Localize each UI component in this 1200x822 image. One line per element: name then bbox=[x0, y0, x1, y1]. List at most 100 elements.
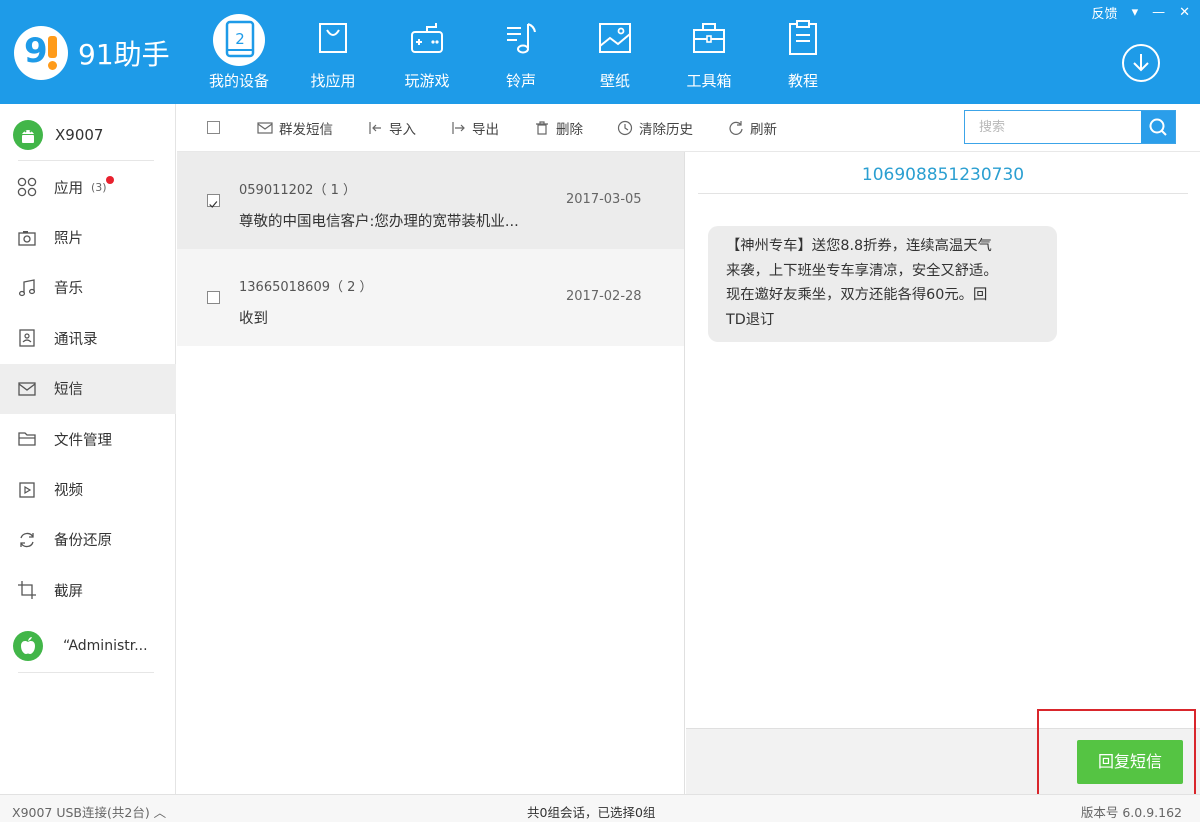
message-line: 来袭，上下班坐专车享清凉，安全又舒适。 bbox=[726, 262, 998, 279]
sidebar-menu: 应用 (3) 照片 音乐 通讯录 短信 文件管理 视频 备份还原 截屏 bbox=[0, 162, 176, 616]
refresh-label: 刷新 bbox=[750, 122, 777, 138]
row-checkbox[interactable] bbox=[207, 291, 220, 304]
logo-mark-icon: 9 bbox=[14, 26, 68, 80]
select-all-checkbox[interactable] bbox=[207, 121, 220, 134]
nav-label: 找应用 bbox=[310, 72, 356, 90]
nav-my-device[interactable]: 2 我的设备 bbox=[192, 0, 286, 104]
sidebar-item-label: 短信 bbox=[54, 382, 83, 399]
conversation-number: 059011202（ 1 ） bbox=[239, 183, 356, 198]
conversation-preview: 尊敬的中国电信客户:您办理的宽带装机业... bbox=[239, 214, 519, 230]
sidebar-divider bbox=[18, 672, 154, 673]
nav-tutorials[interactable]: 教程 bbox=[756, 0, 850, 104]
folder-icon bbox=[18, 432, 36, 446]
sidebar-item-backup[interactable]: 备份还原 bbox=[0, 515, 176, 565]
feedback-link[interactable]: 反馈 bbox=[1092, 3, 1118, 22]
import-icon bbox=[369, 122, 381, 134]
menu-button[interactable]: ▾ bbox=[1132, 5, 1139, 20]
crop-icon bbox=[18, 581, 36, 600]
sidebar-item-video[interactable]: 视频 bbox=[0, 464, 176, 514]
envelope-icon bbox=[257, 122, 273, 134]
gamepad-icon bbox=[411, 23, 443, 53]
main-nav: 2 我的设备 找应用 玩游戏 铃声 壁纸 工具箱 教程 bbox=[192, 0, 850, 104]
download-icon bbox=[1133, 54, 1149, 72]
sms-toolbar: 群发短信 导入 导出 删除 清除历史 刷新 bbox=[177, 104, 1200, 152]
sidebar-item-label: 照片 bbox=[54, 231, 83, 248]
nav-toolbox[interactable]: 工具箱 bbox=[662, 0, 756, 104]
nav-wallpaper[interactable]: 壁纸 bbox=[568, 0, 662, 104]
conversation-row[interactable]: 13665018609（ 2 ） 2017-02-28 收到 bbox=[177, 249, 684, 346]
delete-button[interactable]: 删除 bbox=[534, 118, 583, 138]
device-icon: 2 bbox=[225, 20, 255, 58]
message-bubble: 【神州专车】送您8.8折券，连续高温天气 来袭，上下班坐专车享清凉，安全又舒适。… bbox=[708, 226, 1057, 342]
sidebar: X9007 应用 (3) 照片 音乐 通讯录 短信 文件管理 视频 备份还原 截… bbox=[0, 104, 176, 794]
sidebar-item-label: 截屏 bbox=[54, 583, 83, 600]
contacts-icon bbox=[19, 329, 35, 348]
message-sender-title: 106908851230730 bbox=[698, 152, 1188, 194]
nav-label: 我的设备 bbox=[208, 72, 269, 90]
minimize-button[interactable]: — bbox=[1152, 5, 1165, 20]
device-badge-number: 2 bbox=[235, 30, 245, 48]
trash-icon bbox=[536, 121, 548, 135]
group-sms-button[interactable]: 群发短信 bbox=[257, 118, 333, 138]
device-entry[interactable]: X9007 bbox=[0, 112, 176, 158]
version-label: 版本号 6.0.9.162 bbox=[1080, 805, 1182, 820]
shopping-bag-icon bbox=[319, 23, 347, 53]
connection-status[interactable]: X9007 USB连接(共2台) ︿ bbox=[12, 802, 166, 821]
wallpaper-icon bbox=[599, 23, 631, 53]
clear-history-label: 清除历史 bbox=[639, 122, 693, 138]
conversation-date: 2017-02-28 bbox=[566, 289, 642, 304]
conversation-row[interactable]: 059011202（ 1 ） 2017-03-05 尊敬的中国电信客户:您办理的… bbox=[177, 152, 684, 249]
sidebar-item-files[interactable]: 文件管理 bbox=[0, 414, 176, 464]
selection-summary: 共0组会话，已选择0组 bbox=[527, 805, 656, 820]
download-button[interactable] bbox=[1122, 44, 1160, 82]
nav-find-apps[interactable]: 找应用 bbox=[286, 0, 380, 104]
sidebar-item-apps[interactable]: 应用 (3) bbox=[0, 162, 176, 212]
row-checkbox[interactable] bbox=[207, 194, 220, 208]
refresh-button[interactable]: 刷新 bbox=[728, 118, 777, 138]
close-button[interactable]: ✕ bbox=[1179, 5, 1190, 20]
notification-dot bbox=[105, 175, 114, 184]
conversation-list: 059011202（ 1 ） 2017-03-05 尊敬的中国电信客户:您办理的… bbox=[177, 152, 685, 794]
sidebar-item-sms[interactable]: 短信 bbox=[0, 363, 176, 414]
apps-icon bbox=[17, 177, 37, 197]
nav-label: 壁纸 bbox=[599, 72, 630, 90]
backup-icon bbox=[20, 532, 34, 548]
other-device-name: “Administr... bbox=[63, 638, 148, 654]
other-device-entry[interactable]: “Administr... bbox=[0, 626, 176, 666]
message-line: TD退订 bbox=[726, 311, 775, 328]
android-icon bbox=[13, 120, 43, 150]
export-icon bbox=[452, 122, 465, 134]
import-button[interactable]: 导入 bbox=[367, 118, 416, 138]
conversation-date: 2017-03-05 bbox=[566, 192, 642, 207]
nav-label: 玩游戏 bbox=[404, 72, 450, 90]
status-bar: X9007 USB连接(共2台) ︿ 共0组会话，已选择0组 版本号 6.0.9… bbox=[0, 794, 1200, 822]
conversation-number: 13665018609（ 2 ） bbox=[239, 280, 373, 295]
search-input[interactable] bbox=[965, 111, 1141, 143]
sms-icon bbox=[18, 382, 36, 396]
clipboard-icon bbox=[789, 20, 817, 55]
nav-games[interactable]: 玩游戏 bbox=[380, 0, 474, 104]
highlight-box bbox=[1037, 709, 1196, 799]
sidebar-item-label: 应用 bbox=[54, 180, 83, 197]
export-button[interactable]: 导出 bbox=[450, 118, 499, 138]
camera-icon bbox=[18, 230, 36, 246]
export-label: 导出 bbox=[472, 122, 499, 138]
sidebar-item-label: 视频 bbox=[54, 483, 83, 500]
sidebar-item-screenshot[interactable]: 截屏 bbox=[0, 565, 176, 615]
top-bar: 9 91助手 2 我的设备 找应用 玩游戏 铃声 壁纸 工具箱 教程 反馈 ▾ … bbox=[0, 0, 1200, 104]
clear-history-button[interactable]: 清除历史 bbox=[617, 118, 693, 138]
refresh-icon bbox=[729, 121, 743, 135]
search-icon bbox=[1149, 118, 1167, 136]
sidebar-item-music[interactable]: 音乐 bbox=[0, 263, 176, 313]
app-logo[interactable]: 9 91助手 bbox=[14, 26, 170, 80]
nav-ringtones[interactable]: 铃声 bbox=[474, 0, 568, 104]
video-icon bbox=[19, 481, 35, 498]
logo-text: 91助手 bbox=[78, 38, 170, 71]
apple-icon bbox=[13, 631, 43, 661]
search-button[interactable] bbox=[1141, 111, 1175, 143]
sidebar-item-label: 通讯录 bbox=[54, 331, 98, 348]
sidebar-item-contacts[interactable]: 通讯录 bbox=[0, 313, 176, 363]
device-name: X9007 bbox=[55, 126, 104, 144]
music-note-icon bbox=[507, 23, 536, 54]
sidebar-item-photos[interactable]: 照片 bbox=[0, 212, 176, 262]
